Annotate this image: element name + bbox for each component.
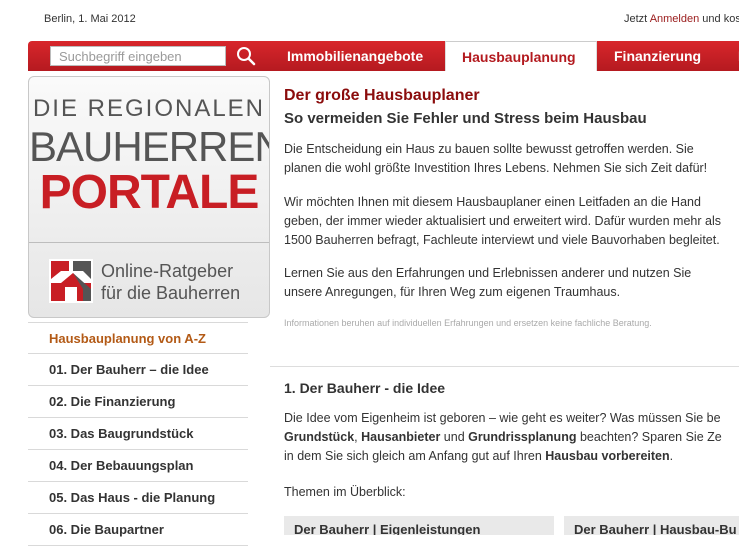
topics-label: Themen im Überblick: [284, 485, 406, 499]
house-logo-icon [49, 259, 93, 303]
intro-paragraph-2: Wir möchten Ihnen mit diesem Hausbauplan… [284, 195, 721, 247]
search-button[interactable] [234, 44, 258, 68]
logo-line-2: BAUHERREN [29, 123, 270, 170]
search-icon [237, 47, 256, 66]
nav-finanzierung[interactable]: Finanzierung [598, 41, 717, 71]
portal-logo[interactable]: DIE REGIONALEN BAUHERREN PORTALE Online-… [28, 76, 270, 318]
logo-subtitle-1: Online-Ratgeber [101, 261, 234, 281]
logo-subtitle-2: für die Bauherren [101, 283, 241, 303]
nav-more[interactable]: I [722, 41, 739, 71]
logo-line-3: PORTALE [39, 166, 260, 219]
sidebar-item-bebauungsplan[interactable]: 04. Der Bebauungsplan [28, 450, 248, 482]
sidebar-item-finanzierung[interactable]: 02. Die Finanzierung [28, 386, 248, 418]
nav-immobilienangebote[interactable]: Immobilienangebote [271, 41, 439, 71]
disclaimer-text: Informationen beruhen auf individuellen … [284, 318, 652, 328]
login-link[interactable]: Anmelden [650, 13, 700, 25]
logo-divider [29, 242, 269, 243]
top-bar: Berlin, 1. Mai 2012 Jetzt Anmelden und k… [0, 0, 739, 40]
date-text: Berlin, 1. Mai 2012 [44, 13, 136, 25]
section-title: 1. Der Bauherr - die Idee [284, 380, 446, 396]
sidebar-menu: Hausbauplanung von A-Z 01. Der Bauherr –… [28, 322, 248, 546]
topic-tile-hausbau-budget[interactable]: Der Bauherr | Hausbau-Bu [564, 516, 739, 535]
sidebar-item-planung[interactable]: 05. Das Haus - die Planung [28, 482, 248, 514]
intro-paragraph-1: Die Entscheidung ein Haus zu bauen sollt… [284, 142, 708, 175]
sidebar-item-bauherr[interactable]: 01. Der Bauherr – die Idee [28, 354, 248, 386]
login-text: Jetzt Anmelden und kos [624, 13, 739, 25]
sidebar-item-baupartner[interactable]: 06. Die Baupartner [28, 514, 248, 546]
logo-line-1: DIE REGIONALEN [32, 95, 266, 122]
topic-tile-eigenleistungen[interactable]: Der Bauherr | Eigenleistungen [284, 516, 554, 535]
search-input[interactable] [50, 46, 226, 66]
sidebar-item-baugrundstueck[interactable]: 03. Das Baugrundstück [28, 418, 248, 450]
page-subtitle: So vermeiden Sie Fehler und Stress beim … [284, 110, 647, 127]
page-title: Der große Hausbauplaner [284, 87, 480, 104]
nav-hausbauplanung[interactable]: Hausbauplanung [445, 41, 597, 71]
section-paragraph: Die Idee vom Eigenheim ist geboren – wie… [284, 411, 722, 463]
intro-paragraph-3: Lernen Sie aus den Erfahrungen und Erleb… [284, 266, 692, 299]
section-divider [270, 366, 739, 367]
sidebar-item-a-z[interactable]: Hausbauplanung von A-Z [28, 322, 248, 354]
